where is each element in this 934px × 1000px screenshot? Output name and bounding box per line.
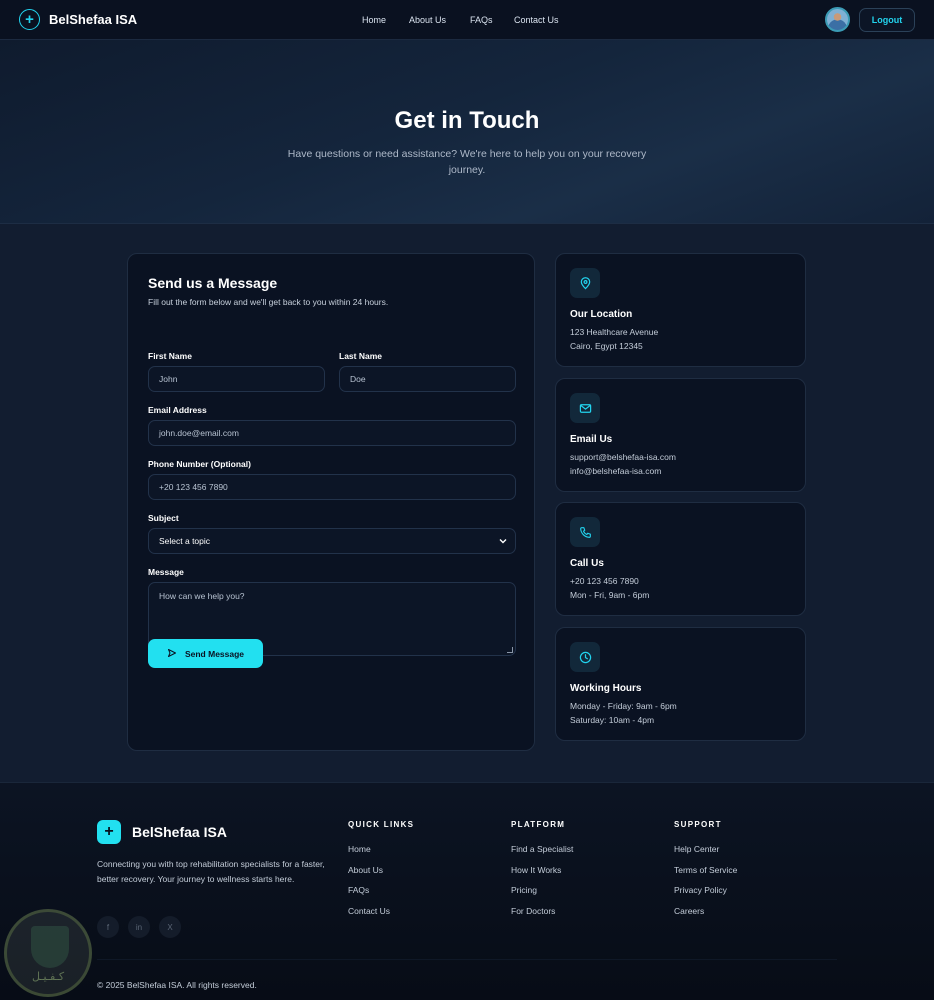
subject-select[interactable]: Select a topic <box>148 528 516 554</box>
subject-label: Subject <box>148 513 179 523</box>
message-label: Message <box>148 567 184 577</box>
send-message-button[interactable]: Send Message <box>148 639 263 668</box>
footer-column-title: PLATFORM <box>511 820 566 829</box>
footer-link[interactable]: Privacy Policy <box>674 885 727 895</box>
form-title: Send us a Message <box>148 275 278 291</box>
info-card-phone: Call Us +20 123 456 7890 Mon - Fri, 9am … <box>555 502 806 616</box>
x-twitter-icon[interactable]: X <box>159 916 181 938</box>
info-card-location: Our Location 123 Healthcare Avenue Cairo… <box>555 253 806 367</box>
footer-description: Connecting you with top rehabilitation s… <box>97 859 325 884</box>
info-card-email: Email Us support@belshefaa-isa.com info@… <box>555 378 806 492</box>
footer-link[interactable]: Home <box>348 844 371 854</box>
logout-button[interactable]: Logout <box>859 8 915 32</box>
info-card-title: Call Us <box>570 558 604 569</box>
site-footer: + BelShefaa ISA Connecting you with top … <box>0 782 934 1000</box>
info-card-line: Monday - Friday: 9am - 6pm <box>570 701 677 711</box>
brand-logo[interactable]: + BelShefaa ISA <box>19 9 137 30</box>
footer-link[interactable]: Pricing <box>511 885 537 895</box>
nav-link-faqs[interactable]: FAQs <box>470 15 493 25</box>
linkedin-icon[interactable]: in <box>128 916 150 938</box>
footer-link[interactable]: Help Center <box>674 844 719 854</box>
info-card-line[interactable]: info@belshefaa-isa.com <box>570 466 661 476</box>
last-name-input[interactable]: Doe <box>339 366 516 392</box>
footer-link[interactable]: Contact Us <box>348 906 390 916</box>
first-name-label: First Name <box>148 351 192 361</box>
footer-column-title: SUPPORT <box>674 820 722 829</box>
copyright-text: © 2025 BelShefaa ISA. All rights reserve… <box>97 980 257 990</box>
info-card-line: 123 Healthcare Avenue <box>570 327 659 337</box>
footer-column-platform: PLATFORM Find a Specialist How It Works … <box>511 820 573 916</box>
form-subtitle: Fill out the form below and we'll get ba… <box>148 297 389 307</box>
map-pin-icon <box>570 268 600 298</box>
info-card-title: Email Us <box>570 434 613 445</box>
footer-link[interactable]: For Doctors <box>511 906 555 916</box>
footer-brand[interactable]: + BelShefaa ISA <box>97 820 227 844</box>
brand-name: BelShefaa ISA <box>49 12 138 27</box>
info-card-line: Cairo, Egypt 12345 <box>570 341 643 351</box>
footer-link[interactable]: About Us <box>348 865 383 875</box>
send-icon <box>167 648 177 660</box>
footer-link[interactable]: How It Works <box>511 865 561 875</box>
info-card-line: Saturday: 10am - 4pm <box>570 715 655 725</box>
footer-link[interactable]: Find a Specialist <box>511 844 573 854</box>
info-card-hours: Working Hours Monday - Friday: 9am - 6pm… <box>555 627 806 741</box>
footer-column-quick-links: QUICK LINKS Home About Us FAQs Contact U… <box>348 820 415 916</box>
phone-label: Phone Number (Optional) <box>148 459 251 469</box>
clock-icon <box>570 642 600 672</box>
footer-link[interactable]: Careers <box>674 906 704 916</box>
mail-icon <box>570 393 600 423</box>
watermark-logo: كـفـيـل <box>4 909 92 997</box>
page-title: Get in Touch <box>394 107 540 134</box>
send-message-label: Send Message <box>184 648 245 659</box>
top-navbar: + BelShefaa ISA Home About Us FAQs Conta… <box>0 0 934 40</box>
first-name-input[interactable]: John <box>148 366 325 392</box>
info-card-title: Working Hours <box>570 683 642 694</box>
social-links: f in X <box>97 916 181 938</box>
footer-brand-name: BelShefaa ISA <box>132 824 227 840</box>
footer-link[interactable]: FAQs <box>348 885 369 895</box>
watermark-text: كـفـيـل <box>31 971 65 983</box>
contact-form-card: Send us a Message Fill out the form belo… <box>127 253 535 751</box>
footer-divider <box>97 959 837 960</box>
plus-logo-icon: + <box>19 9 40 30</box>
message-placeholder: How can we help you? <box>159 591 245 601</box>
plus-logo-icon: + <box>97 820 121 844</box>
email-label: Email Address <box>148 405 207 415</box>
nav-link-contact[interactable]: Contact Us <box>514 15 559 25</box>
email-input[interactable]: john.doe@email.com <box>148 420 516 446</box>
footer-link[interactable]: Terms of Service <box>674 865 737 875</box>
footer-column-support: SUPPORT Help Center Terms of Service Pri… <box>674 820 737 916</box>
info-card-line: Mon - Fri, 9am - 6pm <box>570 590 650 600</box>
shield-icon <box>31 926 69 968</box>
facebook-icon[interactable]: f <box>97 916 119 938</box>
info-card-title: Our Location <box>570 309 633 320</box>
phone-icon <box>570 517 600 547</box>
hero-section: Get in Touch Have questions or need assi… <box>0 40 934 224</box>
nav-link-home[interactable]: Home <box>362 15 386 25</box>
info-card-line[interactable]: +20 123 456 7890 <box>570 576 639 586</box>
contact-content: Send us a Message Fill out the form belo… <box>0 224 934 782</box>
resize-handle[interactable] <box>507 647 513 653</box>
phone-input[interactable]: +20 123 456 7890 <box>148 474 516 500</box>
chevron-down-icon <box>499 537 507 546</box>
subject-selected-value: Select a topic <box>159 536 211 546</box>
last-name-label: Last Name <box>339 351 382 361</box>
user-avatar[interactable] <box>825 7 850 32</box>
info-card-line[interactable]: support@belshefaa-isa.com <box>570 452 676 462</box>
footer-column-title: QUICK LINKS <box>348 820 415 829</box>
nav-link-about[interactable]: About Us <box>409 15 446 25</box>
page-subtitle: Have questions or need assistance? We're… <box>287 148 647 176</box>
